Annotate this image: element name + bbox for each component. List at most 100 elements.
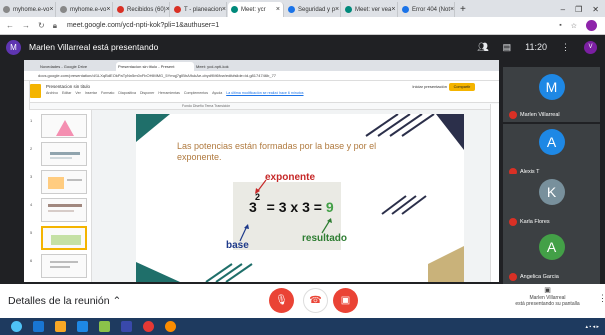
close-tab-icon[interactable]: × — [335, 6, 339, 13]
browser-tab[interactable]: Error 404 (Not × — [399, 2, 455, 17]
thumb-number: 1 — [30, 118, 33, 123]
close-tab-icon[interactable]: × — [106, 6, 110, 13]
tab-label: Error 404 (Not — [412, 6, 451, 13]
slide: Las potencias están formadas por la base… — [136, 114, 464, 282]
slide-canvas: Las potencias están formadas por la base… — [92, 110, 499, 282]
thumb-number: 4 — [30, 202, 33, 207]
meet-icon — [345, 6, 352, 13]
slides-menu: Archivo Editar Ver Insertar Formato Diap… — [46, 91, 304, 95]
reload-icon[interactable]: ↻ — [38, 21, 45, 31]
browser-tab-active[interactable]: Meet: ycr × — [228, 2, 284, 17]
slides-toolbar: Fondo Diseño Tema Transición — [24, 103, 499, 110]
tab-favicon-icon — [60, 6, 67, 13]
participant-tile[interactable]: M Marlen Villarreal — [503, 67, 600, 122]
camera-icon[interactable]: ▪ — [559, 22, 561, 29]
mic-off-icon — [509, 218, 517, 226]
meet-icon — [231, 6, 238, 13]
new-tab-button[interactable]: + — [460, 2, 466, 17]
close-window-icon[interactable]: ✕ — [592, 2, 599, 17]
meeting-details-button[interactable]: Detalles de la reunión ⌃ — [8, 295, 121, 307]
thumb-number: 2 — [30, 146, 33, 151]
end-call-icon: ☎︎ — [309, 295, 322, 306]
chrome-icon[interactable] — [143, 321, 154, 332]
slide-thumbnail — [41, 114, 87, 138]
present-button: Iniciar presentación — [412, 84, 447, 89]
thumb-number: 3 — [30, 174, 33, 179]
camera-off-icon: ▣ — [340, 295, 351, 306]
mic-off-icon: 🎙︎ — [275, 295, 288, 306]
browser-tab[interactable]: Recibidos (60) × — [114, 2, 170, 17]
tab-favicon-icon — [3, 6, 10, 13]
close-tab-icon[interactable]: × — [166, 6, 169, 13]
slide-thumbnail — [41, 142, 87, 166]
presenting-info[interactable]: ▣ Marlen Villarreal está presentando su … — [500, 287, 595, 308]
camera-toggle-button[interactable]: ▣ — [333, 288, 358, 313]
media-icon[interactable] — [77, 321, 88, 332]
menu-item: Diapositiva — [118, 91, 136, 95]
app-icon[interactable] — [99, 321, 110, 332]
participant-tile[interactable]: A Angelica Garcia — [503, 229, 600, 284]
presenting-status: Marlen Villarreal está presentando — [29, 42, 159, 52]
url-field[interactable]: meet.google.com/ycd-npti-kok?pli=1&authu… — [67, 22, 219, 29]
shared-tab: Novedades - Google Drive — [40, 64, 88, 69]
browser-tab[interactable]: Seguridad y p × — [285, 2, 341, 17]
end-call-button[interactable]: ☎︎ — [303, 288, 328, 313]
more-options-icon[interactable]: ⋮ — [598, 293, 605, 304]
close-tab-icon[interactable]: × — [391, 6, 395, 13]
mic-off-icon — [509, 111, 517, 119]
menu-item: Ayuda — [212, 91, 223, 95]
settings-icon[interactable]: ⋮ — [561, 42, 570, 53]
address-bar: ← → ↻ 🔒︎ meet.google.com/ycd-npti-kok?pl… — [0, 17, 605, 35]
back-icon[interactable]: ← — [6, 21, 14, 31]
participant-avatar: A — [538, 129, 565, 155]
last-edit: La última modificación se realizó hace 6… — [226, 91, 304, 95]
shared-screen: Novedades - Google Drive Presentacion si… — [24, 60, 499, 282]
meeting-controls: Detalles de la reunión ⌃ 🎙︎ ☎︎ ▣ ▣ Marle… — [0, 284, 605, 318]
participant-tile[interactable]: A Alexis T — [503, 124, 600, 179]
browser-tab[interactable]: Meet: ver vea × — [342, 2, 398, 17]
shared-tab: Meet: ycd-npti-kok — [196, 64, 229, 69]
participant-tile[interactable]: K Karla Flores — [503, 174, 600, 229]
word-icon[interactable] — [121, 321, 132, 332]
menu-item: Archivo — [46, 91, 58, 95]
browser-tab[interactable]: myhome.e-vo × — [57, 2, 113, 17]
user-avatar[interactable]: V — [584, 40, 597, 54]
start-icon[interactable] — [11, 321, 22, 332]
tab-label: myhome.e-vo — [13, 6, 50, 13]
slide-thumbnails: 1 2 3 4 5 6 — [24, 110, 92, 282]
gmail-icon — [117, 6, 124, 13]
slide-thumbnail — [41, 170, 87, 194]
menu-item: Herramientas — [158, 91, 180, 95]
label-base: base — [226, 240, 249, 251]
close-tab-icon[interactable]: × — [49, 6, 53, 13]
profile-avatar[interactable] — [586, 20, 597, 31]
presenting-info-text: está presentando su pantalla — [515, 301, 580, 307]
shared-tab-active: Presentacion sin titulo - Present — [116, 62, 194, 71]
share-button: Compartir — [449, 83, 475, 91]
firefox-icon[interactable] — [165, 321, 176, 332]
lock-icon: 🔒︎ — [52, 20, 57, 30]
browser-tab[interactable]: T - planeacion × — [171, 2, 227, 17]
close-tab-icon[interactable]: × — [222, 6, 226, 13]
doc-title: Presentacion sin titulo — [46, 84, 91, 89]
browser-tab[interactable]: myhome.e-vo × — [0, 2, 56, 17]
close-tab-icon[interactable]: × — [276, 6, 280, 13]
menu-item: Disponer — [139, 91, 155, 95]
people-icon[interactable]: 👥︎ — [477, 42, 488, 53]
maximize-icon[interactable]: ❐ — [575, 2, 582, 17]
google-icon — [288, 6, 295, 13]
menu-item: Editar — [61, 91, 72, 95]
star-icon[interactable]: ☆ — [571, 22, 577, 30]
minimize-icon[interactable]: – — [561, 2, 565, 17]
forward-icon[interactable]: → — [22, 21, 30, 31]
ie-icon[interactable] — [33, 321, 44, 332]
folder-icon[interactable] — [55, 321, 66, 332]
mic-toggle-button[interactable]: 🎙︎ — [269, 288, 294, 313]
label-resultado: resultado — [302, 233, 348, 244]
menu-item: Insertar — [84, 91, 97, 95]
chat-icon[interactable]: ▤ — [503, 42, 512, 53]
system-tray: ▴ ▪ ◂ ▸ — [585, 323, 599, 330]
label-exponente: exponente — [265, 172, 316, 183]
close-tab-icon[interactable]: × — [450, 6, 454, 13]
annotation-arrows — [239, 179, 332, 242]
